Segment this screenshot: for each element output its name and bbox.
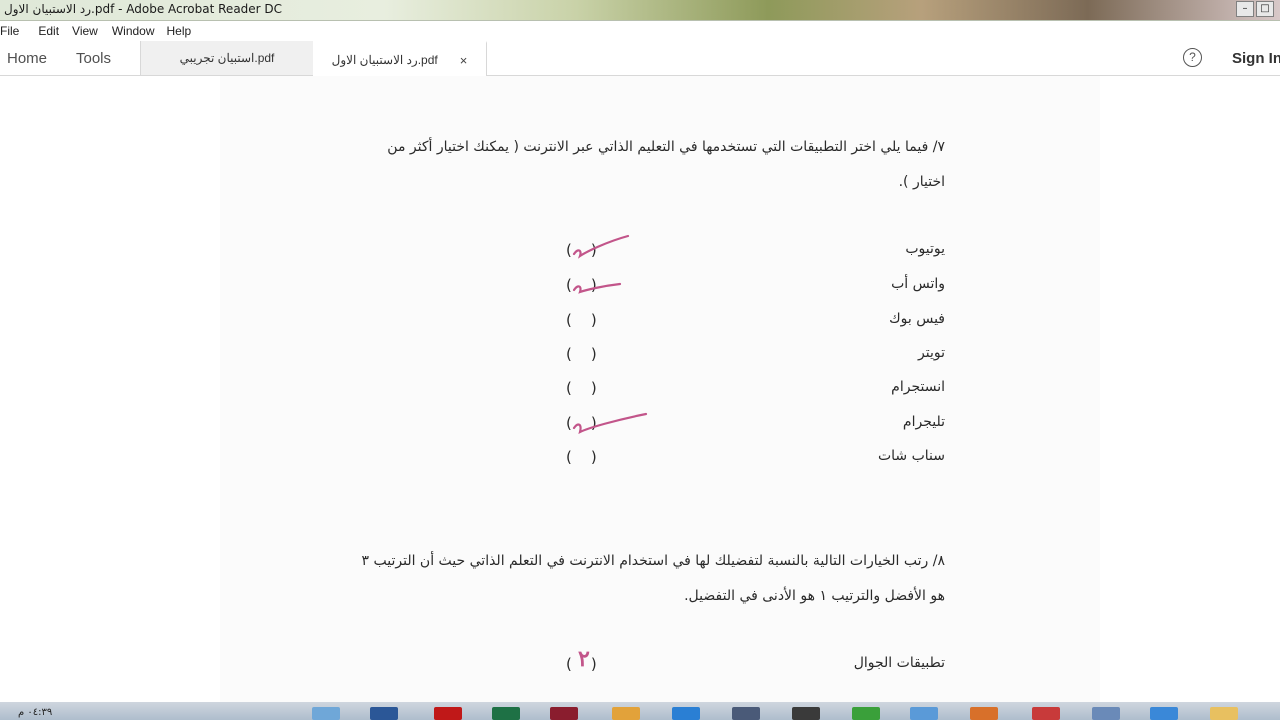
taskbar: ٠٤:٣٩ م xyxy=(0,702,1280,720)
app-option-label: فيس بوك xyxy=(889,311,945,327)
app-icon[interactable] xyxy=(852,707,880,720)
question-7-line-1: ٧/ فيما يلي اختر التطبيقات التي تستخدمها… xyxy=(387,139,945,155)
taskbar-clock: ٠٤:٣٩ م xyxy=(18,707,53,718)
app-option-label: تليجرام xyxy=(902,414,945,430)
close-tab-icon[interactable]: × xyxy=(460,53,468,68)
app-icon[interactable] xyxy=(910,707,938,720)
sign-in-button[interactable]: Sign In xyxy=(1232,50,1280,67)
ie-icon[interactable] xyxy=(312,707,340,720)
document-tab-1[interactable]: استبيان تجريبي.pdf xyxy=(140,41,314,75)
document-tab-1-label: استبيان تجريبي.pdf xyxy=(179,51,275,65)
window-controls: – □ xyxy=(1236,1,1274,17)
acrobat-icon[interactable] xyxy=(434,707,462,720)
question-8-line-2: هو الأفضل والترتيب ١ هو الأدنى في التفضي… xyxy=(684,588,945,604)
minimize-button[interactable]: – xyxy=(1236,1,1254,17)
menu-edit[interactable]: Edit xyxy=(38,24,68,38)
app-option-label: يوتيوب xyxy=(905,241,945,257)
checkmark-icon xyxy=(572,282,622,294)
answer-box: ( ) xyxy=(566,448,597,466)
menu-view[interactable]: View xyxy=(72,24,107,38)
app-icon[interactable] xyxy=(732,707,760,720)
toolbar: Home Tools استبيان تجريبي.pdf رد الاستبي… xyxy=(0,41,1280,77)
question-7-line-2: اختيار ). xyxy=(898,174,945,190)
word-icon[interactable] xyxy=(370,707,398,720)
tools-tab[interactable]: Tools xyxy=(76,50,111,67)
app-icon[interactable] xyxy=(612,707,640,720)
answer-box: ( ) xyxy=(566,311,597,329)
maximize-button[interactable]: □ xyxy=(1256,1,1274,17)
app-icon[interactable] xyxy=(1032,707,1060,720)
pdf-page xyxy=(220,76,1100,702)
document-tab-2-label: رد الاستبيان الاول.pdf xyxy=(331,53,438,67)
rank-option-label: تطبيقات الجوال xyxy=(853,655,945,671)
app-icon[interactable] xyxy=(792,707,820,720)
checkmark-icon xyxy=(572,412,648,435)
menu-bar: File Edit View Window Help xyxy=(0,21,1280,41)
home-tab[interactable]: Home xyxy=(7,50,47,67)
window-title: رد الاستبيان الاول.pdf - Adobe Acrobat R… xyxy=(4,2,283,16)
folder-icon[interactable] xyxy=(1210,707,1238,720)
menu-help[interactable]: Help xyxy=(167,24,201,38)
excel-icon[interactable] xyxy=(492,707,520,720)
handwritten-rank: ٢ xyxy=(578,646,590,672)
app-icon[interactable] xyxy=(672,707,700,720)
app-icon[interactable] xyxy=(550,707,578,720)
app-icon[interactable] xyxy=(1150,707,1178,720)
app-option-label: سناب شات xyxy=(877,448,945,464)
app-icon[interactable] xyxy=(1092,707,1120,720)
app-option-label: تويتر xyxy=(918,345,945,361)
menu-file[interactable]: File xyxy=(0,24,28,38)
question-8-line-1: ٨/ رتب الخيارات التالية بالنسبة لتفضيلك … xyxy=(361,553,945,569)
document-tab-2[interactable]: رد الاستبيان الاول.pdf × xyxy=(313,41,487,77)
answer-box: ( ) xyxy=(566,379,597,397)
title-bar: رد الاستبيان الاول.pdf - Adobe Acrobat R… xyxy=(0,0,1280,21)
app-icon[interactable] xyxy=(970,707,998,720)
app-option-label: واتس أب xyxy=(891,276,945,292)
help-icon[interactable]: ? xyxy=(1183,48,1202,67)
answer-box: ( ) xyxy=(566,345,597,363)
app-option-label: انستجرام xyxy=(891,379,945,395)
checkmark-icon xyxy=(572,234,630,259)
menu-window[interactable]: Window xyxy=(112,24,164,38)
document-viewer[interactable]: ٧/ فيما يلي اختر التطبيقات التي تستخدمها… xyxy=(0,76,1280,702)
